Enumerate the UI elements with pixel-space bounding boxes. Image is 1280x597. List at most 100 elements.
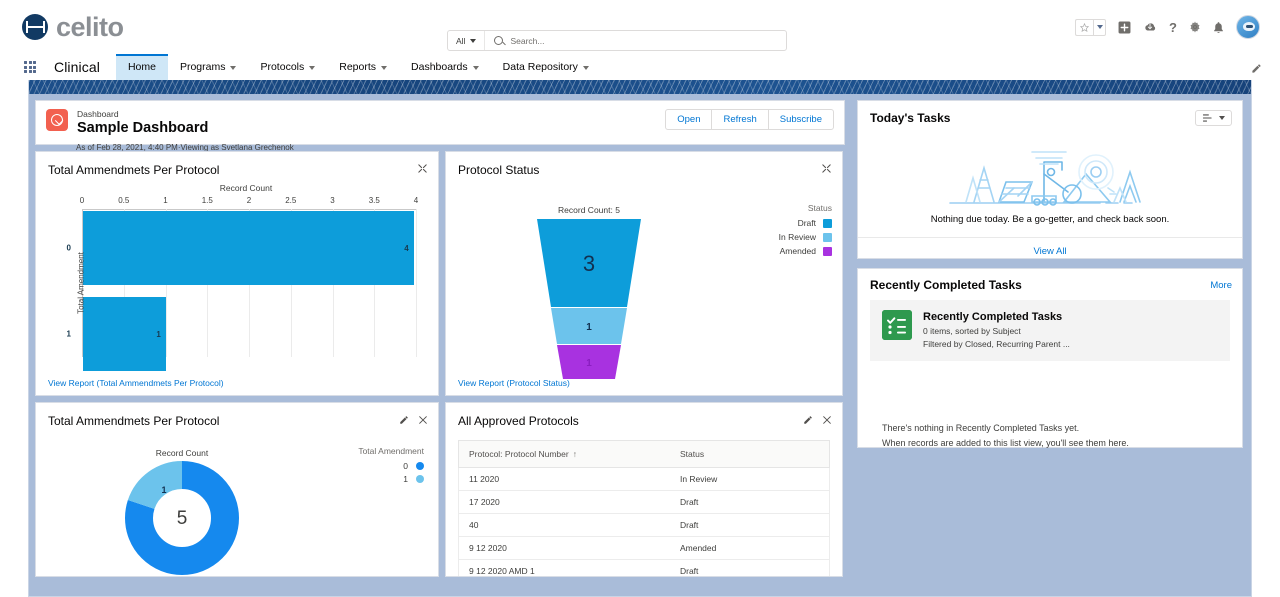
favorites-control[interactable] [1075,18,1107,36]
refresh-button[interactable]: Refresh [711,109,769,130]
close-icon[interactable] [822,412,832,430]
nav-item-home[interactable]: Home [115,54,168,80]
search-input[interactable] [510,35,786,46]
funnel-value-amended: 1 [586,358,592,369]
bar-segment[interactable]: 1 1 [67,297,166,372]
notifications-bell-icon[interactable] [1213,21,1224,34]
cell-protocol-number[interactable]: 9 12 2020 [457,536,670,561]
legend-item[interactable]: Amended [779,246,832,256]
column-header-protocol-number[interactable]: Protocol: Protocol Number ↑ [457,440,670,469]
empty-line-2: When records are added to this list view… [882,438,1129,449]
view-report-link[interactable]: View Report (Protocol Status) [458,378,570,388]
bar-segment[interactable]: 4 0 [67,211,414,286]
expand-icon[interactable] [821,161,832,179]
funnel-value-in-review: 1 [586,322,592,333]
widget-protocols-table: All Approved Protocols Protocol: Protoco… [445,402,843,578]
xtick: 1 [163,196,168,206]
sort-ascending-icon: ↑ [572,449,577,460]
dashboard-main-column: Dashboard Sample Dashboard Open Refresh … [29,94,851,596]
cell-protocol-number[interactable]: 40 [457,513,670,538]
legend-item[interactable]: Draft [779,218,832,228]
view-all-link[interactable]: View All [858,237,1242,265]
nav-item-protocols[interactable]: Protocols [248,54,327,80]
pencil-icon[interactable] [399,412,409,430]
bar-value-label: 4 [404,243,409,253]
legend-dot [416,462,424,471]
nav-item-dashboards[interactable]: Dashboards [399,54,491,80]
empty-line-1: There's nothing in Recently Completed Ta… [882,422,1080,433]
chevron-down-icon [309,65,316,70]
open-button[interactable]: Open [665,109,713,130]
nav-item-reports[interactable]: Reports [327,54,399,80]
subscribe-button[interactable]: Subscribe [767,109,834,130]
cell-protocol-number[interactable]: 9 12 2020 AMD 1 [457,559,670,577]
list-item-filter: Filtered by Closed, Recurring Parent ... [923,339,1070,350]
pencil-icon[interactable] [803,412,813,430]
expand-icon[interactable] [417,161,428,179]
cloud-icon[interactable] [1143,21,1157,33]
chevron-down-icon [1219,116,1225,120]
setup-gear-icon[interactable] [1189,21,1201,33]
search-scope-selector[interactable]: All [448,31,486,50]
help-icon[interactable]: ? [1169,20,1177,35]
close-icon[interactable] [418,412,428,430]
panel-title: Recently Completed Tasks [870,278,1022,292]
cell-protocol-number[interactable]: 11 2020 [457,467,670,492]
dashboard-kicker: Dashboard [77,109,119,119]
protocols-table: Protocol: Protocol Number ↑ Status 11 202… [457,440,830,577]
column-label: Protocol: Protocol Number [469,449,569,460]
nav-item-label: Protocols [260,61,305,73]
cell-protocol-number[interactable]: 17 2020 [457,490,670,515]
nav-item-label: Dashboards [411,61,468,73]
table-body: 11 2020 In Review 17 2020 Draft 40 Draft [457,467,830,577]
app-name-label: Clinical [54,59,100,75]
app-launcher-icon[interactable] [22,54,38,80]
list-view-controls-button[interactable] [1195,110,1232,126]
nav-item-data-repository[interactable]: Data Repository [491,54,601,80]
xtick: 2.5 [285,196,297,206]
bar-chart-plot: Record Count 0 0.5 1 1.5 2 2.5 3 3.5 4 4… [46,183,424,379]
table-row[interactable]: 9 12 2020 Amended [457,536,830,561]
global-search[interactable]: All [447,30,787,51]
nav-item-programs[interactable]: Programs [168,54,249,80]
favorites-star-icon[interactable] [1075,18,1094,36]
header-actions: ? [1075,15,1264,39]
global-actions-icon[interactable] [1118,21,1131,34]
completed-empty-state: There's nothing in Recently Completed Ta… [858,361,1242,452]
cell-status: Amended [669,536,830,561]
column-header-status[interactable]: Status [669,440,830,469]
tasks-empty-message: Nothing due today. Be a go-getter, and c… [930,214,1170,225]
legend-item[interactable]: 0 [358,461,424,471]
bar-chart-yaxis-label: Total Amendment [76,252,86,314]
user-avatar[interactable] [1236,15,1260,39]
nav-item-label: Programs [179,61,226,73]
donut-svg: 1 5 [125,461,239,576]
funnel-legend: Status Draft In Review Amended [779,203,832,260]
xtick: 4 [413,196,419,206]
edit-page-pencil-icon[interactable] [1251,61,1262,79]
view-report-link[interactable]: View Report (Total Ammendmets Per Protoc… [48,378,224,388]
nav-item-label: Data Repository [502,61,578,73]
legend-item[interactable]: 1 [358,474,424,484]
list-item[interactable]: Recently Completed Tasks 0 items, sorted… [870,300,1230,361]
table-row[interactable]: 40 Draft [457,513,830,538]
xtick: 0.5 [118,196,130,206]
chevron-down-icon [230,65,237,70]
list-view-controls-icon [1202,114,1212,122]
widget-funnel-chart: Protocol Status Record Count: 5 3 1 1 St… [445,151,843,397]
chevron-down-icon [582,65,589,70]
widget-title: Protocol Status [458,163,540,178]
donut-center-value: 5 [177,508,188,529]
more-link[interactable]: More [1210,280,1232,291]
bar-value-label: 1 [156,329,161,339]
legend-item[interactable]: In Review [779,232,832,242]
table-row[interactable]: 11 2020 In Review [457,467,830,492]
widget-title: Total Ammendmets Per Protocol [48,414,220,429]
bar-category-label: 0 [66,243,71,253]
celito-logo[interactable]: celito [22,13,124,41]
favorites-caret-icon[interactable] [1093,18,1107,36]
widget-title: Total Ammendmets Per Protocol [48,163,220,178]
table-row[interactable]: 17 2020 Draft [457,490,830,515]
table-row[interactable]: 9 12 2020 AMD 1 Draft [457,559,830,577]
global-header: celito All ? [0,0,1280,54]
